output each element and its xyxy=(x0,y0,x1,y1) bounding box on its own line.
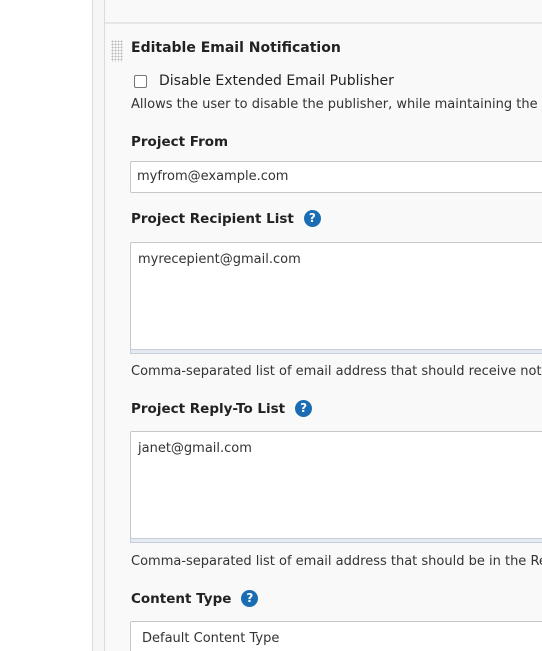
section-title: Editable Email Notification xyxy=(131,40,341,56)
recipient-list-help-icon[interactable]: ? xyxy=(303,210,321,227)
reply-to-resize-handle[interactable] xyxy=(130,538,542,543)
reply-to-description: Comma-separated list of email address th… xyxy=(131,554,542,569)
recipient-list-textarea[interactable]: myrecepient@gmail.com xyxy=(130,242,542,350)
recipient-list-description: Comma-separated list of email address th… xyxy=(131,364,542,379)
reply-to-label: Project Reply-To List xyxy=(131,400,286,417)
content-type-help-icon[interactable]: ? xyxy=(241,590,259,607)
section-divider xyxy=(105,22,542,24)
disable-publisher-row[interactable]: Disable Extended Email Publisher xyxy=(134,72,394,90)
disable-publisher-checkbox[interactable] xyxy=(134,74,147,88)
content-type-label-row: Content Type ? xyxy=(131,590,259,607)
email-notification-panel: Editable Email Notification Disable Exte… xyxy=(105,0,542,651)
recipient-list-resize-handle[interactable] xyxy=(130,349,542,354)
disable-publisher-label[interactable]: Disable Extended Email Publisher xyxy=(159,73,394,89)
reply-to-label-row: Project Reply-To List ? xyxy=(131,400,313,417)
recipient-list-label-row: Project Recipient List ? xyxy=(131,210,321,227)
reply-to-textarea[interactable]: janet@gmail.com xyxy=(130,431,542,539)
project-from-input[interactable]: myfrom@example.com xyxy=(130,161,542,193)
recipient-list-label: Project Recipient List xyxy=(131,210,294,227)
drag-handle-icon[interactable] xyxy=(111,40,123,62)
project-from-label: Project From xyxy=(131,134,229,150)
reply-to-help-icon[interactable]: ? xyxy=(295,400,313,417)
section-rail xyxy=(92,0,105,651)
disable-publisher-description: Allows the user to disable the publisher… xyxy=(131,97,542,112)
page-margin xyxy=(0,0,92,651)
content-type-select[interactable]: Default Content Type xyxy=(130,621,542,651)
content-type-label: Content Type xyxy=(131,590,232,607)
